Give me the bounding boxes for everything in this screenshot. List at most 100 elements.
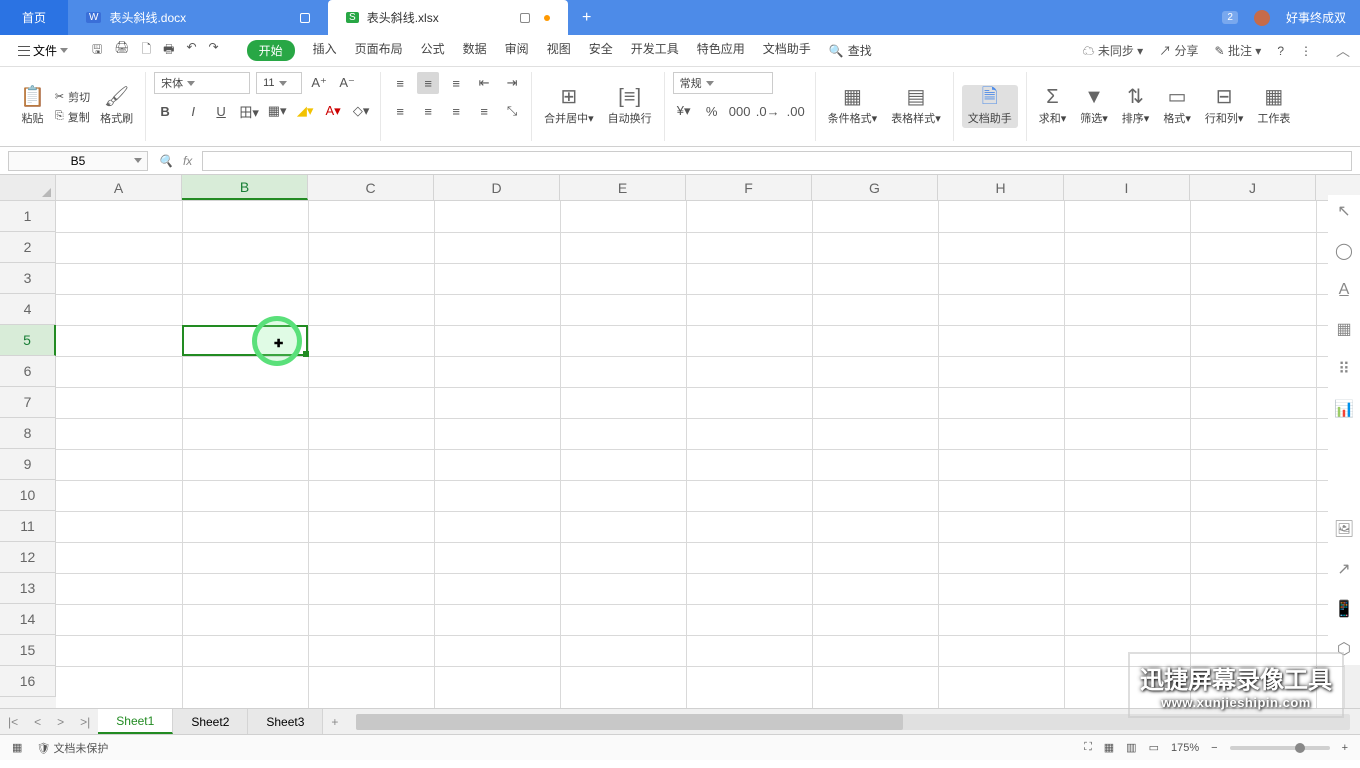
- col-A[interactable]: A: [56, 175, 182, 200]
- sheet-tab-1[interactable]: Sheet1: [98, 709, 173, 734]
- zoom-label[interactable]: 175%: [1171, 742, 1199, 754]
- col-C[interactable]: C: [308, 175, 434, 200]
- sort-button[interactable]: ⇅排序▾: [1118, 87, 1154, 126]
- fillcolor-icon[interactable]: ◢▾: [294, 100, 316, 122]
- tab-data[interactable]: 数据: [463, 40, 487, 61]
- row-6[interactable]: 6: [0, 356, 56, 387]
- search-menu[interactable]: 🔍查找: [829, 40, 872, 61]
- minimize-button[interactable]: ─: [1225, 0, 1270, 4]
- sync-button[interactable]: ☁ 未同步 ▾: [1082, 42, 1143, 59]
- currency-icon[interactable]: ¥▾: [673, 100, 695, 122]
- col-D[interactable]: D: [434, 175, 560, 200]
- tab-dochelper[interactable]: 文档助手: [763, 40, 811, 61]
- autosum-button[interactable]: Σ求和▾: [1035, 87, 1071, 126]
- tab-start[interactable]: 开始: [247, 40, 295, 61]
- fx-icon[interactable]: fx: [183, 154, 192, 168]
- share-button[interactable]: ↗ 分享: [1159, 42, 1198, 59]
- user-name[interactable]: 好事终成双: [1286, 9, 1346, 26]
- row-4[interactable]: 4: [0, 294, 56, 325]
- tab-special[interactable]: 特色应用: [697, 40, 745, 61]
- table-style-button[interactable]: ▤表格样式▾: [887, 87, 945, 126]
- col-J[interactable]: J: [1190, 175, 1316, 200]
- dec-decimal-icon[interactable]: .00: [785, 100, 807, 122]
- tab-formula[interactable]: 公式: [421, 40, 445, 61]
- indent-inc-icon[interactable]: ⇥: [501, 72, 523, 94]
- row-1[interactable]: 1: [0, 201, 56, 232]
- print-direct-icon[interactable]: 🖨: [114, 40, 129, 61]
- thousands-icon[interactable]: 000: [729, 100, 751, 122]
- annotate-button[interactable]: ✎ 批注 ▾: [1215, 42, 1262, 59]
- collapse-ribbon-icon[interactable]: ︿: [1336, 41, 1350, 61]
- view-reading-icon[interactable]: ▭: [1149, 741, 1159, 754]
- worksheet-button[interactable]: ▦工作表: [1253, 87, 1294, 126]
- align-justify-icon[interactable]: ≡: [473, 100, 495, 122]
- chart-tool-icon[interactable]: 📊: [1334, 399, 1354, 419]
- col-F[interactable]: F: [686, 175, 812, 200]
- redo-icon[interactable]: ↷: [209, 40, 219, 61]
- image-tool-icon[interactable]: 🖼: [1334, 519, 1354, 539]
- sheet-prev-icon[interactable]: <: [26, 715, 49, 729]
- undo-icon[interactable]: ↶: [186, 40, 196, 61]
- file-menu[interactable]: 文件: [10, 42, 76, 59]
- row-10[interactable]: 10: [0, 480, 56, 511]
- col-E[interactable]: E: [560, 175, 686, 200]
- copy-button[interactable]: ⎘复制: [55, 109, 90, 125]
- tab-xlsx-active[interactable]: S 表头斜线.xlsx: [328, 0, 568, 35]
- zoom-slider[interactable]: [1230, 746, 1330, 750]
- cells-area[interactable]: ✚: [56, 201, 1360, 708]
- orientation-icon[interactable]: ⤡: [501, 100, 523, 122]
- tab-security[interactable]: 安全: [589, 40, 613, 61]
- col-I[interactable]: I: [1064, 175, 1190, 200]
- row-7[interactable]: 7: [0, 387, 56, 418]
- new-tab-button[interactable]: +: [568, 9, 605, 27]
- align-bottom-icon[interactable]: ≡: [445, 72, 467, 94]
- fx-zoom-icon[interactable]: 🔍: [158, 154, 173, 168]
- more-icon[interactable]: ⋮: [1300, 44, 1312, 58]
- col-G[interactable]: G: [812, 175, 938, 200]
- row-11[interactable]: 11: [0, 511, 56, 542]
- fullscreen-icon[interactable]: ⛶: [1084, 741, 1092, 754]
- phone-icon[interactable]: 📱: [1334, 599, 1354, 619]
- fontcolor-icon[interactable]: A▾: [322, 100, 344, 122]
- select-tool-icon[interactable]: ◯: [1335, 241, 1353, 261]
- close-tab-icon[interactable]: [520, 13, 530, 23]
- font-select[interactable]: 宋体: [154, 72, 250, 94]
- doc-helper-button[interactable]: 🗎文档助手: [962, 85, 1018, 128]
- fontsize-select[interactable]: 11: [256, 72, 302, 94]
- col-H[interactable]: H: [938, 175, 1064, 200]
- align-middle-icon[interactable]: ≡: [417, 72, 439, 94]
- close-tab-icon[interactable]: [300, 13, 310, 23]
- align-right-icon[interactable]: ≡: [445, 100, 467, 122]
- notification-badge[interactable]: 2: [1222, 11, 1238, 24]
- help-icon[interactable]: ?: [1277, 44, 1284, 58]
- maximize-button[interactable]: ▭: [1270, 0, 1315, 4]
- inc-decimal-icon[interactable]: .0→: [757, 100, 779, 122]
- cut-button[interactable]: ✂剪切: [55, 89, 90, 105]
- view-normal-icon[interactable]: ▦: [1104, 741, 1114, 754]
- indent-dec-icon[interactable]: ⇤: [473, 72, 495, 94]
- cond-format-button[interactable]: ▦条件格式▾: [824, 87, 882, 126]
- numfmt-select[interactable]: 常规: [673, 72, 773, 94]
- sheet-next-icon[interactable]: >: [49, 715, 72, 729]
- table-tool-icon[interactable]: ▦: [1336, 319, 1351, 339]
- tab-view[interactable]: 视图: [547, 40, 571, 61]
- row-12[interactable]: 12: [0, 542, 56, 573]
- merge-button[interactable]: ⊞合并居中▾: [540, 87, 598, 126]
- sheet-first-icon[interactable]: |<: [0, 715, 26, 729]
- align-center-icon[interactable]: ≡: [417, 100, 439, 122]
- name-box[interactable]: B5: [8, 151, 148, 171]
- export-icon[interactable]: ↗: [1337, 559, 1350, 579]
- border-icon[interactable]: 田▾: [238, 100, 260, 122]
- clear-format-icon[interactable]: ◇▾: [350, 100, 372, 122]
- tab-devtools[interactable]: 开发工具: [631, 40, 679, 61]
- save-icon[interactable]: 🖫: [92, 40, 102, 61]
- row-5[interactable]: 5: [0, 325, 56, 356]
- select-all-corner[interactable]: [0, 175, 56, 200]
- pointer-tool-icon[interactable]: ↖: [1337, 201, 1350, 221]
- sheet-tab-3[interactable]: Sheet3: [248, 709, 323, 734]
- add-sheet-button[interactable]: +: [323, 715, 346, 729]
- row-9[interactable]: 9: [0, 449, 56, 480]
- avatar-icon[interactable]: [1254, 10, 1270, 26]
- zoom-in-icon[interactable]: +: [1342, 742, 1348, 754]
- formula-input[interactable]: [202, 151, 1352, 171]
